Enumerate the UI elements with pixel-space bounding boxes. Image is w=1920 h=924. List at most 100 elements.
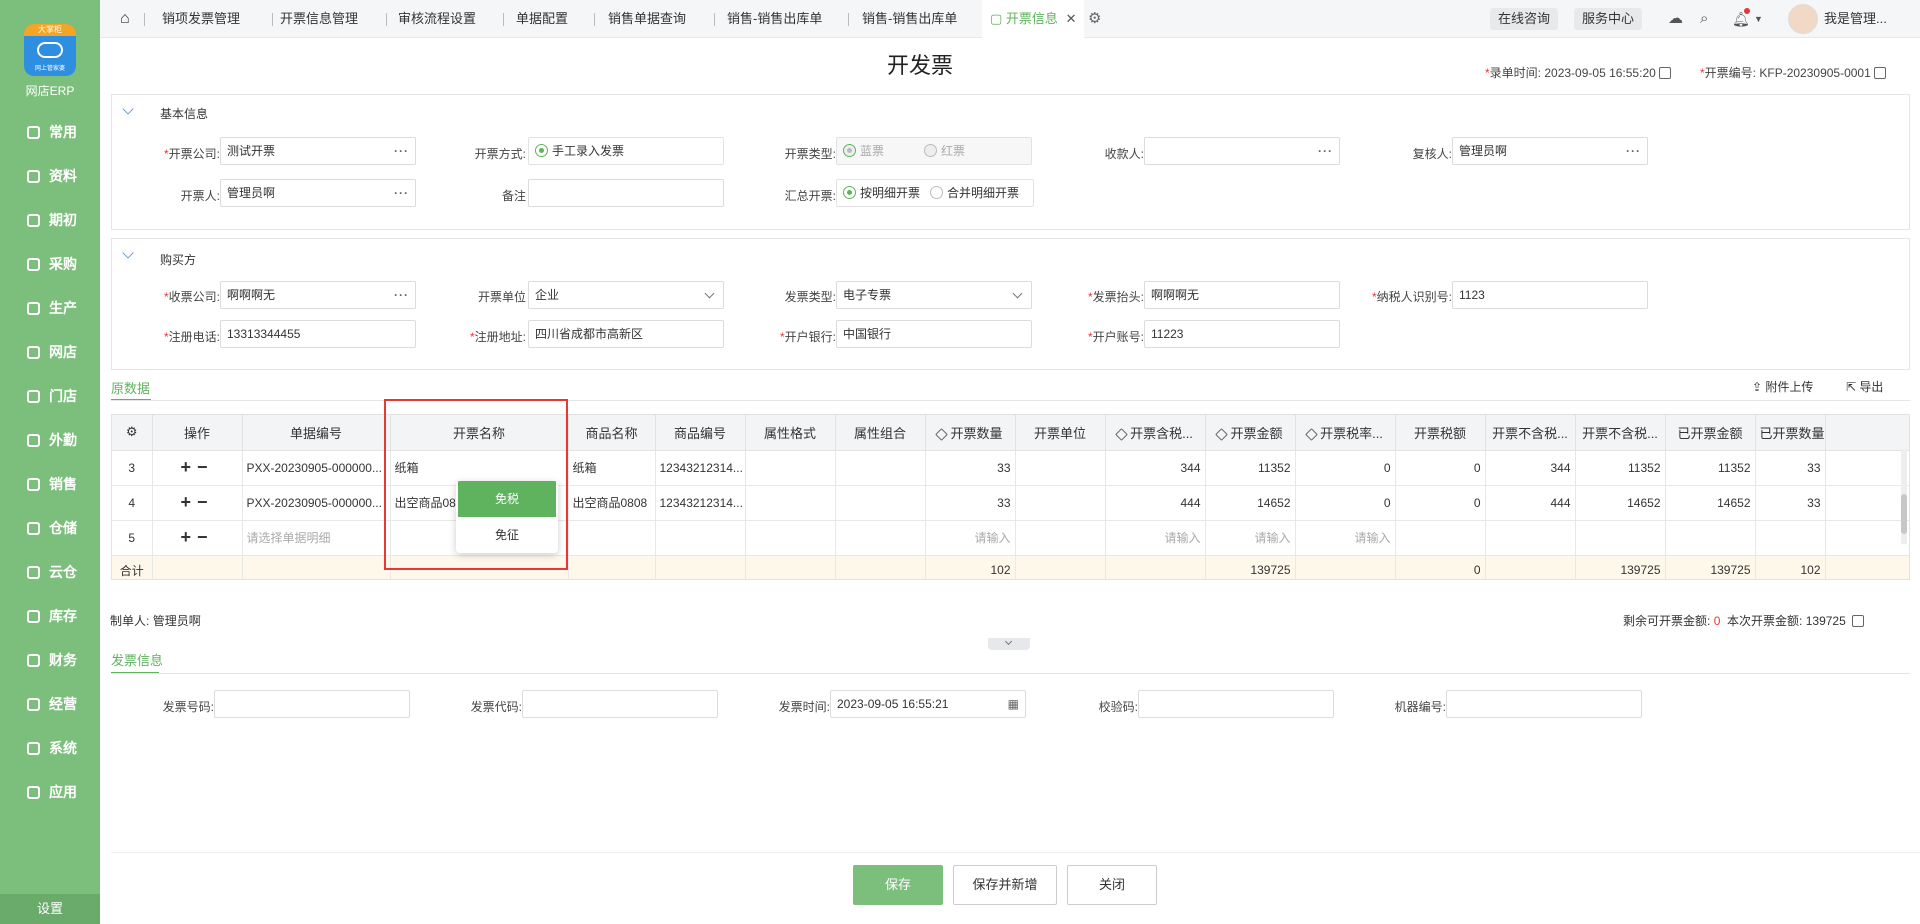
tab-doc-config[interactable]: 单据配置 <box>516 0 568 38</box>
avatar[interactable] <box>1788 4 1818 34</box>
tab-approval-flow[interactable]: 审核流程设置 <box>398 0 476 38</box>
chevron-down-icon[interactable]: ▼ <box>1754 0 1763 38</box>
table-cell[interactable]: 14652 <box>1205 485 1296 521</box>
table-cell[interactable]: 0 <box>1295 485 1396 521</box>
remark-field[interactable] <box>528 179 724 207</box>
table-cell[interactable] <box>835 450 926 486</box>
table-cell[interactable]: 11352 <box>1575 450 1666 486</box>
online-consult-button[interactable]: 在线咨询 <box>1490 8 1559 30</box>
table-cell[interactable]: 0 <box>1395 450 1486 486</box>
sidebar-item-9[interactable]: 仓储 <box>0 506 100 550</box>
table-cell[interactable]: 纸箱 <box>568 450 656 486</box>
attachment-upload-button[interactable]: ⇪ 附件上传 <box>1752 378 1813 395</box>
close-icon[interactable]: ✕ <box>1066 11 1077 26</box>
tab-invoice-details[interactable]: 发票信息 <box>111 650 163 669</box>
search-icon[interactable]: ⌕ <box>1700 0 1708 38</box>
account-field[interactable]: 11223 <box>1144 320 1340 348</box>
sidebar-item-6[interactable]: 门店 <box>0 374 100 418</box>
tab-invoice-info-mgmt[interactable]: 开票信息管理 <box>280 0 358 38</box>
select-detail-input[interactable]: 请选择单据明细 <box>242 520 391 556</box>
invoice-category-select[interactable]: 电子专票 <box>836 281 1032 309</box>
table-cell[interactable] <box>745 485 836 521</box>
table-cell[interactable] <box>1015 450 1106 486</box>
invoice-company-field[interactable]: 测试开票 ··· <box>220 137 416 165</box>
table-cell[interactable]: 4 <box>112 485 153 521</box>
table-cell[interactable] <box>1395 520 1486 556</box>
table-scrollbar[interactable] <box>1901 449 1907 544</box>
tab-sales-outbound-1[interactable]: 销售-销售出库单 <box>727 0 822 38</box>
gear-icon[interactable]: ⚙ <box>1088 0 1101 38</box>
table-cell[interactable] <box>1825 520 1909 556</box>
machine-no-field[interactable] <box>1446 690 1642 718</box>
reg-address-field[interactable]: 四川省成都市高新区 <box>528 320 724 348</box>
remove-row-icon[interactable]: − <box>197 527 214 547</box>
sidebar-item-12[interactable]: 财务 <box>0 638 100 682</box>
table-cell[interactable]: 纸箱 <box>390 450 569 486</box>
table-cell[interactable]: 12343212314... <box>655 485 746 521</box>
user-name[interactable]: 我是管理... <box>1824 0 1887 38</box>
table-cell[interactable] <box>1015 520 1106 556</box>
edit-icon[interactable] <box>1852 615 1865 627</box>
tab-sales-outbound-2[interactable]: 销售-销售出库单 <box>862 0 957 38</box>
save-and-new-button[interactable]: 保存并新增 <box>953 865 1057 905</box>
sidebar-item-2[interactable]: 期初 <box>0 198 100 242</box>
remove-row-icon[interactable]: − <box>197 492 214 512</box>
taxpayer-id-field[interactable]: 1123 <box>1452 281 1648 309</box>
sidebar-item-1[interactable]: 资料 <box>0 154 100 198</box>
table-cell[interactable]: 33 <box>1755 485 1826 521</box>
table-cell[interactable]: 0 <box>1395 485 1486 521</box>
table-cell[interactable]: 3 <box>112 450 153 486</box>
app-logo[interactable]: 大掌柜 网上管家婆 <box>24 24 76 76</box>
invoice-time-field[interactable]: 2023-09-05 16:55:21 ▦ <box>830 690 1026 718</box>
table-cell[interactable]: 11352 <box>1205 450 1296 486</box>
table-cell[interactable] <box>835 520 926 556</box>
add-row-icon[interactable]: + <box>180 492 197 512</box>
bell-icon[interactable]: 🔔︎ <box>1732 0 1750 38</box>
collapse-toggle[interactable] <box>988 637 1030 650</box>
table-cell[interactable] <box>835 485 926 521</box>
edit-icon[interactable] <box>1874 67 1887 79</box>
table-cell[interactable]: 11352 <box>1665 450 1756 486</box>
column-settings-icon[interactable]: ⚙ <box>112 415 153 451</box>
sidebar-item-7[interactable]: 外勤 <box>0 418 100 462</box>
table-cell[interactable]: PXX-20230905-000000... <box>242 450 391 486</box>
table-cell[interactable]: 344 <box>1105 450 1206 486</box>
payee-field[interactable]: ··· <box>1144 137 1340 165</box>
table-cell[interactable] <box>1485 520 1576 556</box>
table-cell[interactable] <box>568 520 656 556</box>
sidebar-item-4[interactable]: 生产 <box>0 286 100 330</box>
sidebar-item-3[interactable]: 采购 <box>0 242 100 286</box>
save-button[interactable]: 保存 <box>853 865 943 905</box>
chevron-down-icon[interactable] <box>122 103 134 115</box>
edit-icon[interactable] <box>1659 67 1672 79</box>
table-cell[interactable]: PXX-20230905-000000... <box>242 485 391 521</box>
close-button[interactable]: 关闭 <box>1067 865 1157 905</box>
sidebar-item-8[interactable]: 销售 <box>0 462 100 506</box>
table-cell[interactable]: 444 <box>1105 485 1206 521</box>
invoice-header-field[interactable]: 啊啊啊无 <box>1144 281 1340 309</box>
sidebar-item-11[interactable]: 库存 <box>0 594 100 638</box>
table-cell[interactable]: 12343212314... <box>655 450 746 486</box>
settings-button[interactable]: 设置 <box>0 894 100 924</box>
sidebar-item-10[interactable]: 云仓 <box>0 550 100 594</box>
service-center-button[interactable]: 服务中心 <box>1574 8 1643 30</box>
sidebar-item-13[interactable]: 经营 <box>0 682 100 726</box>
table-cell[interactable]: +− <box>152 520 243 556</box>
summary-radio[interactable]: 按明细开票 合并明细开票 <box>836 179 1034 207</box>
table-cell[interactable]: 0 <box>1295 450 1396 486</box>
table-cell[interactable]: 33 <box>1755 450 1826 486</box>
table-cell[interactable]: 14652 <box>1575 485 1666 521</box>
add-row-icon[interactable]: + <box>180 527 197 547</box>
row-actions[interactable]: +− <box>152 450 243 486</box>
cell-input[interactable]: 请输入 <box>1205 520 1296 556</box>
add-row-icon[interactable]: + <box>180 457 197 477</box>
chevron-down-icon[interactable] <box>122 247 134 259</box>
option-levy-exempt[interactable]: 免征 <box>456 517 558 553</box>
cell-input[interactable]: 请输入 <box>925 520 1016 556</box>
table-cell[interactable]: 444 <box>1485 485 1576 521</box>
tab-sales-invoice[interactable]: 销项发票管理 <box>162 0 240 38</box>
invoice-unit-select[interactable]: 企业 <box>528 281 724 309</box>
table-row-new[interactable]: 5 +− 请选择单据明细 请输入 请输入 请输入 请输入 <box>112 520 1909 556</box>
cell-input[interactable]: 请输入 <box>1105 520 1206 556</box>
export-button[interactable]: ⇱ 导出 <box>1846 378 1883 395</box>
